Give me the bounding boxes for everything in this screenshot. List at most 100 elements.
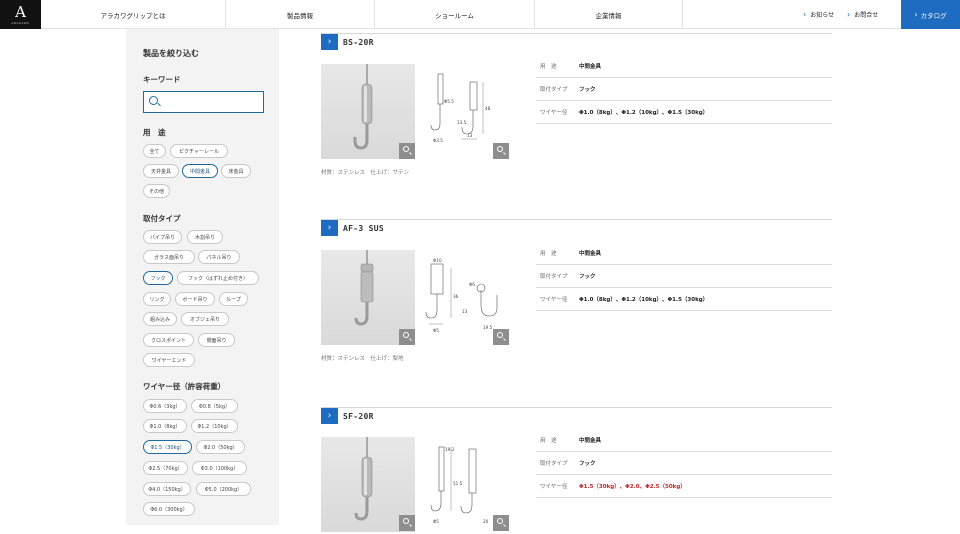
product-header[interactable]: › AF-3 SUS [321, 219, 832, 236]
mount-chip-selected[interactable]: フック [143, 271, 173, 285]
use-chip-selected[interactable]: 中間金具 [182, 164, 218, 178]
zoom-button[interactable] [399, 329, 415, 345]
contact-link[interactable]: › お問合せ [847, 0, 878, 29]
mount-chip[interactable]: フック（はずれ止め付き） [177, 271, 259, 285]
nav-products[interactable]: 製品情報 [226, 0, 375, 29]
wire-chip[interactable]: Φ0.8（5kg） [191, 399, 238, 413]
wire-heading: ワイヤー径（許容荷重） [143, 382, 226, 391]
dim-label: 19.5 [483, 325, 493, 330]
search-icon [149, 96, 158, 105]
dim-label: 20 [483, 519, 489, 524]
product-photo[interactable] [321, 64, 415, 159]
spec-value: 中間金具 [579, 438, 602, 444]
news-label: お知らせ [810, 12, 835, 19]
use-chip[interactable]: 天井金具 [143, 164, 179, 178]
catalog-button[interactable]: › カタログ [901, 0, 960, 29]
zoom-button[interactable] [493, 515, 509, 531]
use-chip[interactable]: ピクチャーレール [170, 144, 228, 158]
mount-chip[interactable]: オブジェ吊り [181, 312, 229, 326]
wire-chip[interactable]: Φ2.5（70kg） [143, 461, 188, 475]
spec-label: 用 途 [540, 64, 557, 70]
mount-chip[interactable]: クロスポイント [143, 333, 194, 347]
wire-chip[interactable]: Φ0.6（3kg） [143, 399, 187, 413]
wire-chip[interactable]: Φ5.0（200kg） [196, 482, 251, 496]
brand-logo[interactable]: A ARAKAWA [0, 0, 41, 29]
mount-chip[interactable]: ループ [219, 292, 248, 306]
nav-company[interactable]: 企業情報 [535, 0, 683, 29]
zoom-icon [497, 332, 503, 338]
spec-label: 取付タイプ [540, 87, 568, 93]
product-photo[interactable] [321, 437, 415, 532]
use-chip[interactable]: その他 [143, 184, 170, 198]
product-photo[interactable] [321, 250, 415, 345]
zoom-icon [403, 332, 409, 338]
dim-label: Φ5.5 [444, 99, 454, 104]
product-header[interactable]: › SF-20R [321, 407, 832, 424]
mount-chip[interactable]: 組み込み [143, 312, 177, 326]
spec-label: ワイヤー径 [540, 110, 568, 116]
dim-label: 13 [467, 133, 473, 138]
spec-value: Φ1.0（8kg）、Φ1.2（10kg）、Φ1.5（30kg） [579, 297, 709, 303]
use-chip[interactable]: 床金具 [221, 164, 251, 178]
mount-chip[interactable]: 側面吊り [198, 333, 235, 347]
spec-row-wire: ワイヤー径 Φ1.0（8kg）、Φ1.2（10kg）、Φ1.5（30kg） [536, 288, 832, 311]
dim-label: 51.5 [453, 481, 463, 486]
mount-chip[interactable]: ガラス面吊り [143, 250, 195, 264]
spec-value: 中間金具 [579, 251, 602, 257]
chevron-right-icon: › [321, 408, 338, 424]
technical-drawing[interactable]: Φ10 Φ6 36 13 19.5 Φ5 [421, 250, 509, 345]
dim-label: 19.2 [445, 447, 455, 452]
dim-label: Φ6 [469, 282, 475, 287]
news-link[interactable]: › お知らせ [803, 0, 834, 29]
keyword-heading: キーワード [143, 75, 181, 84]
mount-chip[interactable]: ボード吊り [175, 292, 215, 306]
zoom-button[interactable] [399, 515, 415, 531]
wire-chip[interactable]: Φ3.0（100kg） [192, 461, 247, 475]
filter-sidebar: 製品を絞り込む キーワード 用 途 全て ピクチャーレール 天井金具 中間金具 … [126, 29, 279, 525]
nav-about[interactable]: アラカワグリップとは [41, 0, 226, 29]
chevron-right-icon: › [321, 220, 338, 236]
chevron-right-icon: › [847, 10, 851, 19]
dim-label: Φ5 [433, 519, 439, 524]
wire-chip[interactable]: Φ1.2（10kg） [191, 419, 238, 433]
spec-row-mount: 取付タイプ フック [536, 452, 832, 475]
mount-chip[interactable]: パネル吊り [198, 250, 240, 264]
material-text: 材質：ステンレス 仕上げ：サテン [321, 170, 410, 176]
zoom-button[interactable] [493, 329, 509, 345]
spec-row-use: 用 途 中間金具 [536, 242, 832, 265]
product-name[interactable]: AF-3 SUS [343, 224, 384, 233]
chevron-right-icon: › [914, 10, 918, 19]
keyword-input[interactable] [162, 94, 260, 110]
technical-drawing[interactable]: Φ5.5 48 13.5 13 Φ3.5 [421, 64, 509, 159]
use-chip[interactable]: 全て [143, 144, 166, 158]
wire-chip[interactable]: Φ4.0（150kg） [143, 482, 191, 496]
wire-chip[interactable]: Φ1.0（8kg） [143, 419, 187, 433]
mount-chip[interactable]: リング [143, 292, 171, 306]
dim-label: Φ3.5 [433, 138, 443, 143]
technical-drawing[interactable]: 19.2 51.5 20 Φ5 [421, 437, 509, 532]
zoom-button[interactable] [399, 143, 415, 159]
product-name[interactable]: BS-20R [343, 38, 374, 47]
spec-label: 用 途 [540, 251, 557, 257]
wire-chip-selected[interactable]: Φ1.5（30kg） [143, 440, 192, 454]
mount-chip[interactable]: ワイヤーエンド [143, 353, 195, 367]
product-header[interactable]: › BS-20R [321, 33, 832, 50]
keyword-search-box[interactable] [143, 91, 264, 113]
product-name[interactable]: SF-20R [343, 412, 374, 421]
mount-chip[interactable]: 木割吊り [187, 230, 223, 244]
spec-value: フック [579, 274, 596, 280]
contact-label: お問合せ [854, 12, 879, 19]
catalog-label: カタログ [920, 11, 947, 20]
spec-value: Φ1.0（8kg）、Φ1.2（10kg）、Φ1.5（30kg） [579, 110, 709, 116]
spec-label: 取付タイプ [540, 461, 568, 467]
zoom-button[interactable] [493, 143, 509, 159]
product-card: › AF-3 SUS Φ10 Φ6 36 13 19.5 Φ5 材質：ステンレス… [321, 219, 832, 369]
dim-label: Φ10 [433, 258, 442, 263]
nav-showroom[interactable]: ショールーム [375, 0, 535, 29]
logo-word: ARAKAWA [11, 20, 30, 25]
dim-label: 36 [453, 294, 459, 299]
mount-chip[interactable]: パイプ吊り [143, 230, 182, 244]
product-card: › SF-20R 19.2 51.5 20 Φ5 用 途 中間金具 取付タイプ … [321, 407, 832, 532]
wire-chip[interactable]: Φ2.0（50kg） [196, 440, 245, 454]
wire-chip[interactable]: Φ6.0（300kg） [143, 502, 195, 516]
